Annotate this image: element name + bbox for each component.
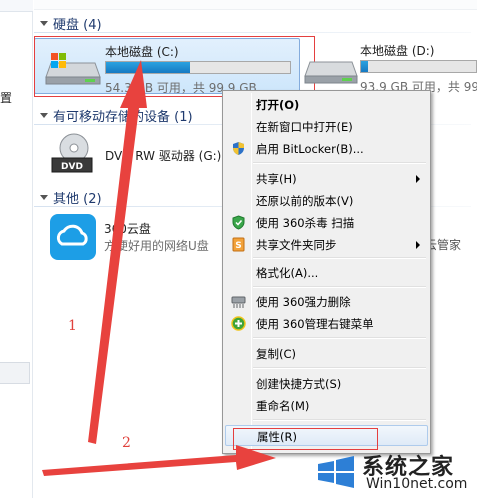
arrow-2-icon	[42, 445, 276, 476]
annotation-arrows	[42, 60, 276, 476]
arrow-1-icon	[88, 60, 147, 444]
watermark-url: Win10net.com	[366, 476, 468, 492]
watermark: 系统之家 Win10net.com	[310, 446, 477, 498]
annotation-step-1: 1	[68, 318, 77, 334]
windows-logo-icon	[318, 456, 354, 488]
annotation-step-2: 2	[122, 435, 131, 451]
